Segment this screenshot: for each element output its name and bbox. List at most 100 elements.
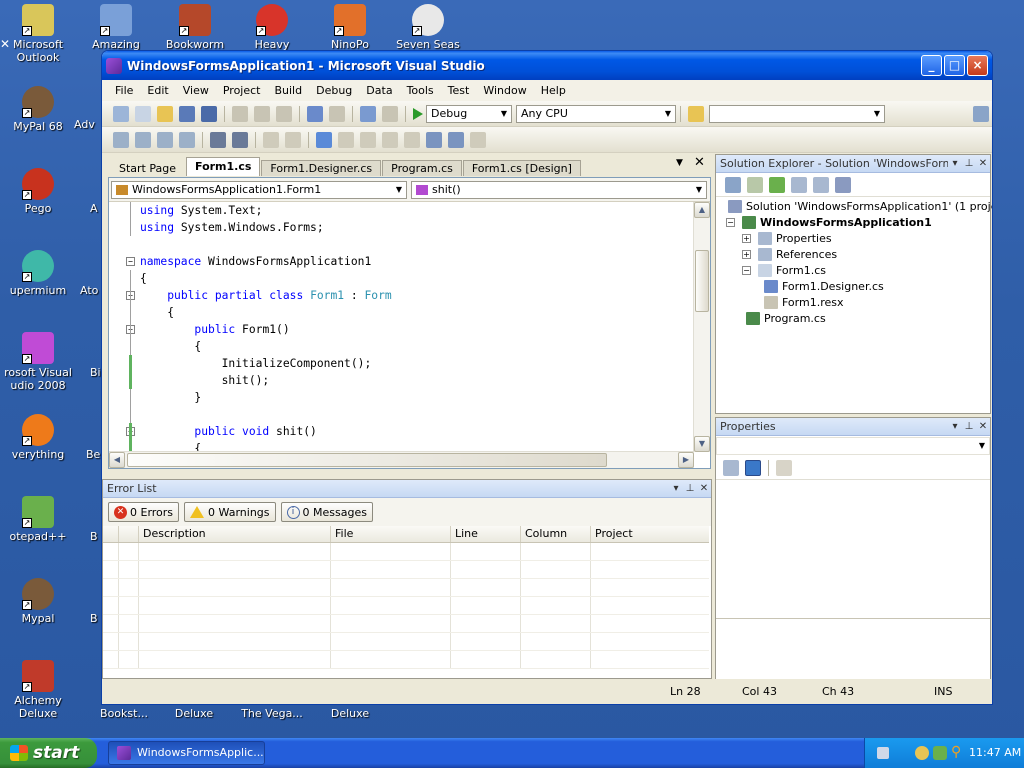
title-bar[interactable]: WindowsFormsApplication1 - Microsoft Vis… xyxy=(102,51,992,80)
desktop-icon-pego[interactable]: ↗ Pego xyxy=(0,168,76,215)
code-line[interactable]: { xyxy=(109,304,693,321)
next-bookmark-in-document-icon[interactable] xyxy=(448,131,464,148)
increase-indent-icon[interactable] xyxy=(232,131,248,148)
auto-hide-pin-icon[interactable]: ⊥ xyxy=(683,483,697,494)
display-parameter-info-icon[interactable] xyxy=(135,131,151,148)
desktop-icon-visual-studio[interactable]: ↗ rosoft Visual udio 2008 xyxy=(0,332,76,392)
column-header-file[interactable]: File xyxy=(331,526,451,542)
paste-icon[interactable] xyxy=(276,105,292,122)
close-icon[interactable]: ✕ xyxy=(976,158,990,169)
tree-item[interactable]: Form1.resx xyxy=(716,295,990,311)
clear-bookmarks-icon[interactable] xyxy=(470,131,486,148)
property-pages-icon[interactable] xyxy=(776,459,792,476)
previous-bookmark-icon[interactable] xyxy=(338,131,354,148)
desktop-icon-notepadpp[interactable]: ↗ otepad++ xyxy=(0,496,76,543)
comment-out-icon[interactable] xyxy=(263,131,279,148)
column-header-description[interactable]: Description xyxy=(139,526,331,542)
copy-icon[interactable] xyxy=(254,105,270,122)
code-line[interactable]: − public Form1() xyxy=(109,321,693,338)
code-line[interactable]: using System.Windows.Forms; xyxy=(109,219,693,236)
code-line[interactable]: − public void shit() xyxy=(109,423,693,440)
tab-form1-design[interactable]: Form1.cs [Design] xyxy=(462,160,581,176)
tree-item[interactable]: Program.cs xyxy=(716,311,990,327)
expand-icon[interactable]: + xyxy=(742,250,751,259)
keyboard-icon[interactable] xyxy=(877,747,889,759)
messages-filter-button[interactable]: i 0 Messages xyxy=(280,502,373,522)
tab-form1-cs[interactable]: Form1.cs xyxy=(186,157,261,176)
navigate-forward-icon[interactable] xyxy=(382,105,398,122)
menu-data[interactable]: Data xyxy=(359,82,399,99)
desktop-icon-mypal[interactable]: ↗ Mypal xyxy=(0,578,76,625)
tray-app-icon[interactable] xyxy=(915,746,929,760)
next-bookmark-in-folder-icon[interactable] xyxy=(404,131,420,148)
tree-item[interactable]: + References xyxy=(716,247,990,263)
maximize-button[interactable]: □ xyxy=(944,55,965,76)
code-line[interactable]: shit(); xyxy=(109,372,693,389)
tree-item[interactable]: + Properties xyxy=(716,231,990,247)
menu-project[interactable]: Project xyxy=(216,82,268,99)
start-button[interactable]: start xyxy=(0,738,97,768)
desktop-icon-seven-seas[interactable]: ↗ Seven Seas xyxy=(390,4,466,51)
code-line[interactable]: − namespace WindowsFormsApplication1 xyxy=(109,253,693,270)
menu-edit[interactable]: Edit xyxy=(140,82,175,99)
active-files-dropdown-icon[interactable]: ▼ xyxy=(676,158,683,168)
column-header-line[interactable]: Line xyxy=(451,526,521,542)
window-position-icon[interactable]: ▾ xyxy=(669,483,683,494)
decrease-indent-icon[interactable] xyxy=(210,131,226,148)
code-line[interactable]: − public partial class Form1 : Form xyxy=(109,287,693,304)
menu-debug[interactable]: Debug xyxy=(309,82,359,99)
solution-explorer-icon[interactable] xyxy=(973,105,989,122)
column-header[interactable] xyxy=(103,526,119,542)
properties-icon[interactable] xyxy=(725,176,741,193)
object-select[interactable]: ▼ xyxy=(716,437,990,455)
view-designer-icon[interactable] xyxy=(813,176,829,193)
solution-platform-select[interactable]: Any CPU ▼ xyxy=(516,104,676,123)
desktop-icon-outlook[interactable]: ↗ Microsoft Outlook xyxy=(0,4,76,64)
solution-configuration-select[interactable]: Debug ▼ xyxy=(426,104,512,123)
scroll-right-button[interactable]: ▶ xyxy=(678,452,694,468)
column-header-column[interactable]: Column xyxy=(521,526,591,542)
column-header[interactable] xyxy=(119,526,139,542)
collapse-icon[interactable]: − xyxy=(726,218,735,227)
search-icon[interactable]: ⚲ xyxy=(951,744,961,760)
tree-item[interactable]: − WindowsFormsApplication1 xyxy=(716,215,990,231)
view-class-diagram-icon[interactable] xyxy=(835,176,851,193)
show-all-files-icon[interactable] xyxy=(747,176,763,193)
open-file-icon[interactable] xyxy=(157,105,173,122)
error-list-header[interactable]: Error List ▾ ⊥ ✕ xyxy=(103,480,711,498)
tray-app-icon[interactable] xyxy=(933,746,947,760)
collapse-icon[interactable]: − xyxy=(742,266,751,275)
save-icon[interactable] xyxy=(179,105,195,122)
code-editor[interactable]: WindowsFormsApplication1.Form1 ▼ shit() … xyxy=(108,177,711,469)
menu-build[interactable]: Build xyxy=(267,82,309,99)
desktop-icon-ninopo[interactable]: ↗ NinoPo xyxy=(312,4,388,51)
previous-bookmark-in-document-icon[interactable] xyxy=(426,131,442,148)
menu-tools[interactable]: Tools xyxy=(400,82,441,99)
code-line[interactable]: InitializeComponent(); xyxy=(109,355,693,372)
add-item-icon[interactable] xyxy=(135,105,151,122)
code-line[interactable]: using System.Text; xyxy=(109,202,693,219)
menu-test[interactable]: Test xyxy=(441,82,477,99)
code-line[interactable] xyxy=(109,406,693,423)
code-line[interactable] xyxy=(109,236,693,253)
window-position-icon[interactable]: ▾ xyxy=(948,421,962,432)
warnings-filter-button[interactable]: 0 Warnings xyxy=(184,502,276,522)
cut-icon[interactable] xyxy=(232,105,248,122)
scroll-up-button[interactable]: ▲ xyxy=(694,202,710,218)
menu-file[interactable]: File xyxy=(108,82,140,99)
scroll-down-button[interactable]: ▼ xyxy=(694,436,710,452)
scroll-left-button[interactable]: ◀ xyxy=(109,452,125,468)
close-document-icon[interactable]: ✕ xyxy=(694,155,705,170)
uncomment-icon[interactable] xyxy=(285,131,301,148)
types-combo[interactable]: WindowsFormsApplication1.Form1 ▼ xyxy=(111,180,407,199)
close-icon[interactable]: ✕ xyxy=(976,421,990,432)
close-icon[interactable]: ✕ xyxy=(697,483,711,494)
desktop-icon-alchemy[interactable]: ↗ Alchemy Deluxe xyxy=(0,660,76,720)
view-code-icon[interactable] xyxy=(791,176,807,193)
auto-hide-pin-icon[interactable]: ⊥ xyxy=(962,158,976,169)
expand-icon[interactable]: + xyxy=(742,234,751,243)
desktop-icon-supermium[interactable]: ↗ upermium xyxy=(0,250,76,297)
scroll-thumb[interactable] xyxy=(695,250,709,312)
desktop-icon-mypal68[interactable]: ↗ MyPal 68 xyxy=(0,86,76,133)
redo-icon[interactable] xyxy=(329,105,345,122)
